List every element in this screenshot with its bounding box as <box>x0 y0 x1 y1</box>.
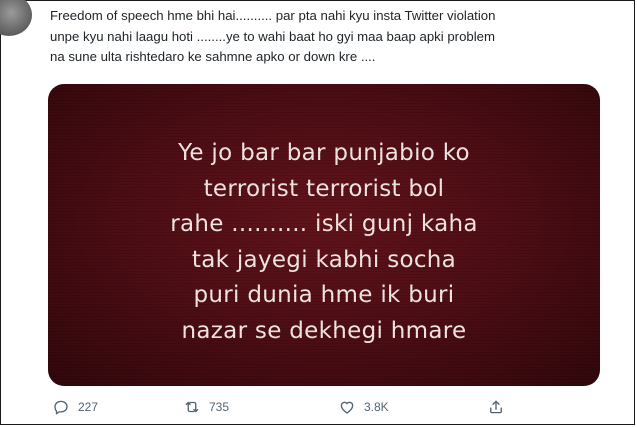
story-line: nazar se dekhegi hmare <box>181 317 467 344</box>
reply-icon <box>54 400 68 415</box>
retweet-button[interactable]: 735 <box>183 398 229 416</box>
like-button[interactable]: 3.8K <box>338 398 389 416</box>
tweet-text-line: Freedom of speech hme bhi hai.......... … <box>50 8 496 23</box>
retweet-icon <box>185 401 199 413</box>
media-story-text: Ye jo bar bar punjabio ko terrorist terr… <box>48 136 600 350</box>
tweet-media-image[interactable]: Ye jo bar bar punjabio ko terrorist terr… <box>48 84 600 386</box>
tweet-text-line: unpe kyu nahi laagu hoti ........ye to w… <box>50 28 495 44</box>
story-line: terrorist terrorist bol <box>203 175 445 202</box>
heart-icon <box>340 401 354 414</box>
like-count: 3.8K <box>364 400 389 414</box>
story-line: Ye jo bar bar punjabio ko <box>178 140 470 166</box>
reply-button[interactable]: 227 <box>52 398 98 416</box>
tweet-action-bar: 227 735 3.8K <box>0 398 637 422</box>
story-line: puri dunia hme ik buri <box>193 282 455 309</box>
share-icon <box>490 400 502 414</box>
tweet-text: Freedom of speech hme bhi hai.......... … <box>50 6 625 68</box>
retweet-count: 735 <box>209 400 230 414</box>
story-line: rahe .......... iski gunj kaha <box>170 211 478 238</box>
share-button[interactable] <box>487 398 505 416</box>
story-line: tak jayegi kabhi socha <box>191 246 457 273</box>
tweet-text-line: na sune ulta rishtedaro ke sahmne apko o… <box>50 49 376 64</box>
reply-count: 227 <box>78 400 99 414</box>
